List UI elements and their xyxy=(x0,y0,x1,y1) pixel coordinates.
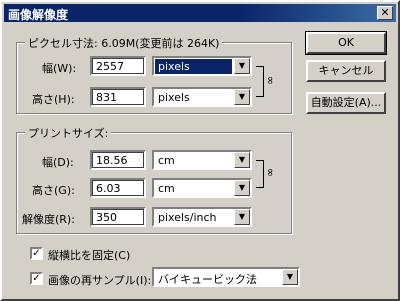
print-height-label: 高さ(G): xyxy=(32,184,75,197)
cancel-button[interactable]: キャンセル xyxy=(306,60,386,82)
image-size-dialog: 画像解像度 ✕ ピクセル寸法: 6.09M(変更前は 264K) 幅(W): 2… xyxy=(0,0,400,301)
pixel-height-unit-value: pixels xyxy=(158,91,190,104)
resolution-label: 解像度(R): xyxy=(22,213,75,226)
print-size-legend: プリントサイズ: xyxy=(25,125,112,141)
pixel-width-label: 幅(W): xyxy=(42,62,77,75)
resample-method-value: バイキュービック法 xyxy=(158,273,257,286)
pixel-link-bracket xyxy=(256,66,264,97)
chevron-down-icon[interactable]: ▼ xyxy=(234,209,250,225)
pixel-width-unit-value: pixels xyxy=(155,59,232,74)
print-width-label: 幅(D): xyxy=(42,156,74,169)
resample-method-select[interactable]: バイキュービック法 ▼ xyxy=(152,267,300,287)
dialog-title: 画像解像度 xyxy=(8,8,69,22)
pixel-height-input[interactable]: 831 xyxy=(90,87,146,107)
print-link-bracket xyxy=(256,160,264,188)
print-width-unit-value: cm xyxy=(158,154,175,167)
constrain-proportions-checkbox[interactable]: ✓ xyxy=(30,247,43,260)
print-width-input[interactable]: 18.56 xyxy=(90,150,146,170)
print-width-unit-select[interactable]: cm ▼ xyxy=(152,150,252,170)
pixel-height-unit-select[interactable]: pixels ▼ xyxy=(152,87,252,107)
pixel-height-label: 高さ(H): xyxy=(32,93,75,106)
chevron-down-icon[interactable]: ▼ xyxy=(282,269,298,285)
constrain-proportions-label[interactable]: 縦横比を固定(C) xyxy=(48,247,130,263)
chevron-down-icon[interactable]: ▼ xyxy=(234,89,250,105)
ok-button[interactable]: OK xyxy=(305,31,387,55)
resample-image-checkbox[interactable]: ✓ xyxy=(30,272,43,285)
resolution-unit-select[interactable]: pixels/inch ▼ xyxy=(152,207,252,227)
chevron-down-icon[interactable]: ▼ xyxy=(234,152,250,168)
print-height-input[interactable]: 6.03 xyxy=(90,178,146,198)
resample-image-label[interactable]: 画像の再サンプル(I): xyxy=(48,272,151,288)
pixel-width-input[interactable]: 2557 xyxy=(90,56,146,76)
resolution-input[interactable]: 350 xyxy=(90,207,146,227)
auto-button[interactable]: 自動設定(A)... xyxy=(306,92,386,114)
print-height-unit-select[interactable]: cm ▼ xyxy=(152,178,252,198)
chain-link-icon: ∞ xyxy=(264,167,278,178)
close-icon[interactable]: ✕ xyxy=(377,6,393,20)
pixel-width-unit-select[interactable]: pixels ▼ xyxy=(152,56,252,76)
print-height-unit-value: cm xyxy=(158,182,175,195)
resolution-unit-value: pixels/inch xyxy=(158,211,217,224)
chevron-down-icon[interactable]: ▼ xyxy=(234,180,250,196)
chain-link-icon: ∞ xyxy=(264,75,278,86)
pixel-size-legend: ピクセル寸法: 6.09M(変更前は 264K) xyxy=(25,35,223,51)
title-bar: 画像解像度 ✕ xyxy=(4,4,396,22)
chevron-down-icon[interactable]: ▼ xyxy=(234,58,250,74)
